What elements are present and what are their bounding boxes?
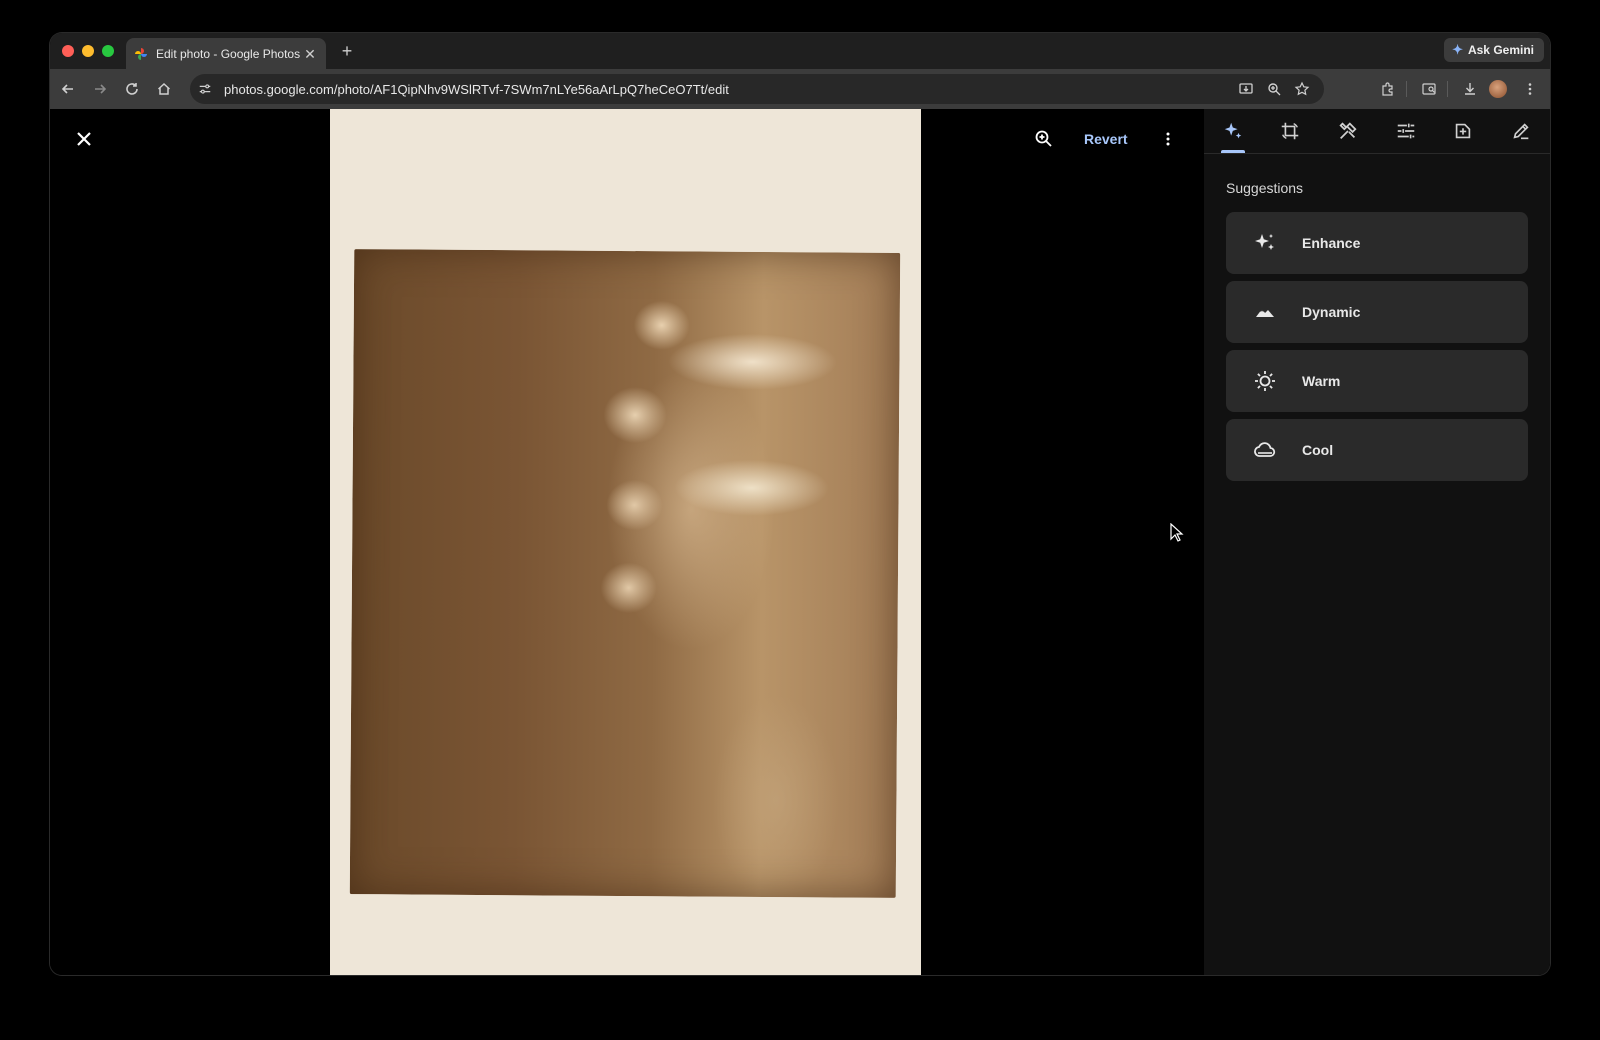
- panel-heading: Suggestions: [1226, 180, 1304, 196]
- tab-tools[interactable]: [1319, 109, 1377, 153]
- install-app-icon[interactable]: [1232, 75, 1260, 103]
- close-icon: [77, 132, 91, 146]
- suggestion-dynamic-button[interactable]: Dynamic: [1226, 281, 1528, 343]
- zoom-in-button[interactable]: [1028, 123, 1060, 155]
- photo-editor: Revert Suggestions Enhance Dynamic Warm …: [50, 109, 1550, 975]
- url-text: photos.google.com/photo/AF1QipNhv9WSlRTv…: [224, 81, 729, 97]
- markup-pen-icon: [1513, 123, 1529, 140]
- forward-button[interactable]: [86, 75, 114, 103]
- tab-close-icon[interactable]: ✕: [302, 46, 318, 62]
- mouse-pointer-icon: [1170, 523, 1184, 542]
- browser-toolbar: photos.google.com/photo/AF1QipNhv9WSlRTv…: [50, 69, 1550, 109]
- photo-image-area: [349, 249, 901, 898]
- bookmark-star-icon[interactable]: [1288, 75, 1316, 103]
- tools-icon: [1339, 122, 1357, 139]
- tab-crop[interactable]: [1262, 109, 1320, 153]
- extensions-icon[interactable]: [1374, 75, 1402, 103]
- crop-rotate-icon: [1282, 122, 1299, 140]
- zoom-icon[interactable]: [1260, 75, 1288, 103]
- browser-window: Edit photo - Google Photos ✕ + ✦ Ask Gem…: [50, 33, 1550, 975]
- photo-subjects: [581, 270, 845, 633]
- tune-icon: [1397, 123, 1414, 139]
- tab-suggestions[interactable]: [1204, 109, 1262, 153]
- gemini-sparkle-icon: ✦: [1452, 42, 1463, 57]
- arrow-left-icon: [61, 84, 73, 94]
- sparkle-icon: [1252, 230, 1278, 256]
- reload-icon: [126, 83, 138, 95]
- suggestion-label: Warm: [1302, 373, 1341, 389]
- suggestions-list: Enhance Dynamic Warm Cool: [1226, 212, 1528, 481]
- browser-tab[interactable]: Edit photo - Google Photos ✕: [126, 38, 326, 69]
- suggestion-enhance-button[interactable]: Enhance: [1226, 212, 1528, 274]
- mountain-icon: [1252, 299, 1278, 325]
- maximize-window-button[interactable]: [102, 45, 114, 57]
- zoom-in-icon: [1035, 130, 1052, 147]
- revert-button[interactable]: Revert: [1076, 125, 1136, 153]
- edit-tabs: [1204, 109, 1550, 154]
- site-info-icon[interactable]: [194, 78, 216, 100]
- minimize-window-button[interactable]: [82, 45, 94, 57]
- suggestion-warm-button[interactable]: Warm: [1226, 350, 1528, 412]
- home-button[interactable]: [150, 75, 178, 103]
- tab-adjust[interactable]: [1377, 109, 1435, 153]
- address-bar[interactable]: photos.google.com/photo/AF1QipNhv9WSlRTv…: [190, 74, 1324, 104]
- photo-actions-bar: Revert: [1028, 123, 1180, 155]
- browser-menu-icon[interactable]: [1516, 75, 1544, 103]
- google-photos-favicon-icon: [134, 47, 148, 61]
- tab-title: Edit photo - Google Photos: [156, 46, 301, 61]
- suggestion-label: Enhance: [1302, 235, 1361, 251]
- more-options-button[interactable]: [1156, 123, 1180, 155]
- reload-button[interactable]: [118, 75, 146, 103]
- home-icon: [157, 82, 171, 95]
- sparkle-icon: [1224, 122, 1242, 139]
- cloud-icon: [1252, 437, 1278, 463]
- sun-icon: [1252, 368, 1278, 394]
- profile-avatar[interactable]: [1489, 80, 1507, 98]
- close-editor-button[interactable]: [70, 125, 98, 153]
- photo-preview[interactable]: [330, 109, 921, 975]
- suggestion-label: Cool: [1302, 442, 1334, 458]
- arrow-right-icon: [95, 84, 107, 94]
- filter-add-icon: [1455, 123, 1471, 139]
- suggestion-cool-button[interactable]: Cool: [1226, 419, 1528, 481]
- edit-side-panel: Suggestions Enhance Dynamic Warm Cool: [1204, 109, 1550, 975]
- tab-strip: Edit photo - Google Photos ✕ + ✦ Ask Gem…: [50, 33, 1550, 69]
- ask-gemini-button[interactable]: ✦ Ask Gemini: [1444, 38, 1544, 62]
- toolbar-divider: [1447, 81, 1448, 97]
- toolbar-divider: [1406, 81, 1407, 97]
- downloads-icon[interactable]: [1456, 75, 1484, 103]
- ask-gemini-label: Ask Gemini: [1467, 43, 1534, 57]
- new-tab-button[interactable]: +: [336, 40, 358, 62]
- back-button[interactable]: [54, 75, 82, 103]
- close-window-button[interactable]: [62, 45, 74, 57]
- side-panel-search-icon[interactable]: [1415, 75, 1443, 103]
- tab-filters[interactable]: [1434, 109, 1492, 153]
- suggestion-label: Dynamic: [1302, 304, 1361, 320]
- more-vert-icon: [1166, 132, 1170, 146]
- tab-markup[interactable]: [1492, 109, 1550, 153]
